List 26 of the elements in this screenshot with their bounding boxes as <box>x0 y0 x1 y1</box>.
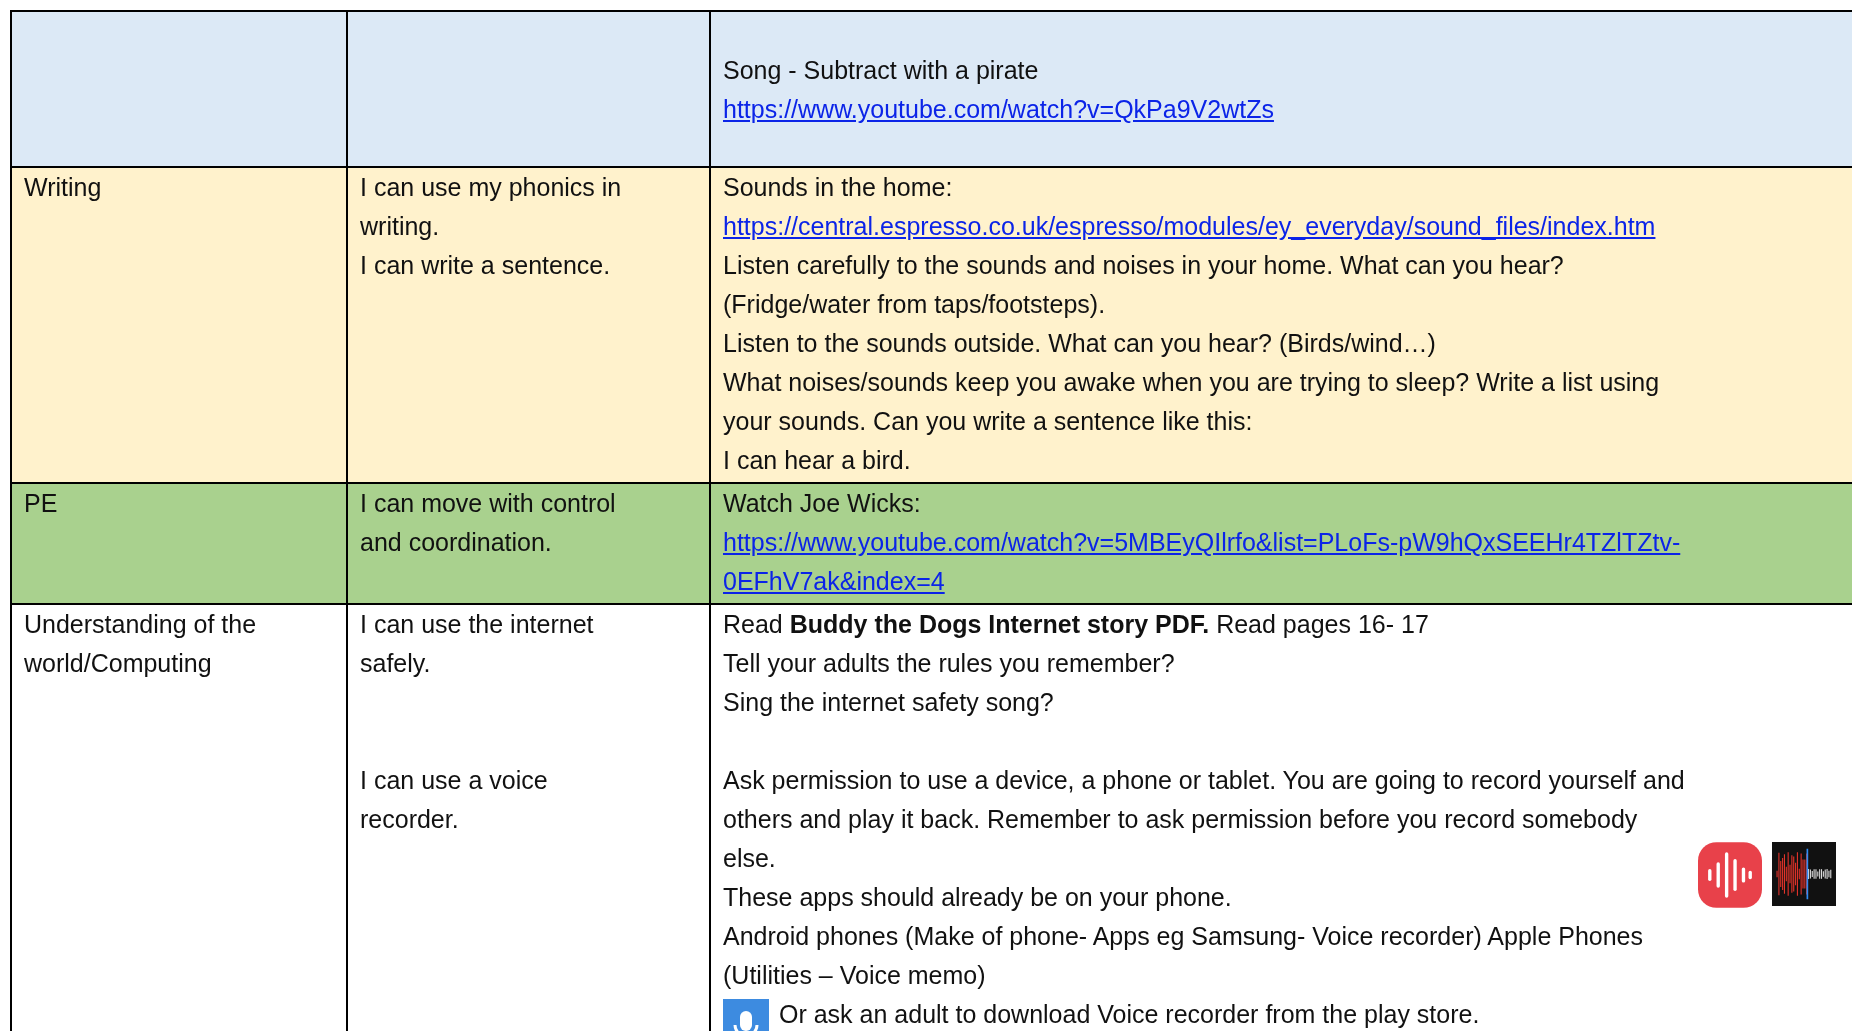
activity-text: Listen to the sounds outside. What can you hear? (Birds/wind…) <box>723 328 1436 359</box>
activity-text: Or ask an adult to download Voice recorder from the play store. <box>779 999 1480 1030</box>
activity-text: These apps should already be on your phone. <box>723 883 1232 911</box>
objective-text: I can use my phonics in writing. I can write a sentence. <box>360 172 622 281</box>
activity-text: Read Buddy the Dogs Internet story PDF. Read pages 16- 17 <box>723 609 1429 640</box>
web-link[interactable]: https://www.youtube.com/watch?v=5MBEyQIlrfo&list=PLoFs-pW9hQxSEEHr4TZlTZtv- 0EFhV7ak&index=4 <box>723 523 1681 601</box>
web-link[interactable]: https://www.youtube.com/watch?v=QkPa9V2wtZs <box>723 90 1274 129</box>
subject-text: Understanding of the world/Computing <box>24 609 257 679</box>
objective-text: I can use the internet safely. <box>360 609 594 679</box>
subject-text: PE <box>24 488 58 519</box>
activity-text: What noises/sounds keep you awake when you are trying to sleep? Write a list using your sounds. Can you write a sentence like this: <box>723 367 1660 437</box>
web-link[interactable]: https://central.espresso.co.uk/espresso/modules/ey_everyday/sound_files/index.htm <box>723 207 1656 246</box>
activity-text: Sounds in the home: <box>723 172 953 203</box>
activity-text: I can hear a bird. <box>723 445 911 476</box>
activity-text: Song - Subtract with a pirate <box>723 55 1039 86</box>
activity-text: Tell your adults the rules you remember? <box>723 648 1175 679</box>
objective-text: I can use a voice recorder. <box>360 765 548 835</box>
sound-wave-icon <box>1698 842 1762 908</box>
subject-text: Writing <box>24 172 102 203</box>
activity-text: Sing the internet safety song? <box>723 687 1054 718</box>
waveform-icon <box>1772 842 1836 906</box>
activity-text: Android phones (Make of phone- Apps eg Samsung- Voice recorder) Apple Phones (Utilities – Voice memo) <box>723 921 1644 991</box>
activity-text: Listen carefully to the sounds and noises in your home. What can you hear? (Fridge/water from taps/footsteps). <box>723 250 1564 320</box>
activity-text: Watch Joe Wicks: <box>723 488 921 519</box>
objective-text: I can move with control and coordination. <box>360 488 616 558</box>
activity-text: Ask permission to use a device, a phone or tablet. You are going to record yourself and others and play it back. Remember to ask permission before you record somebody else. <box>723 765 1685 874</box>
